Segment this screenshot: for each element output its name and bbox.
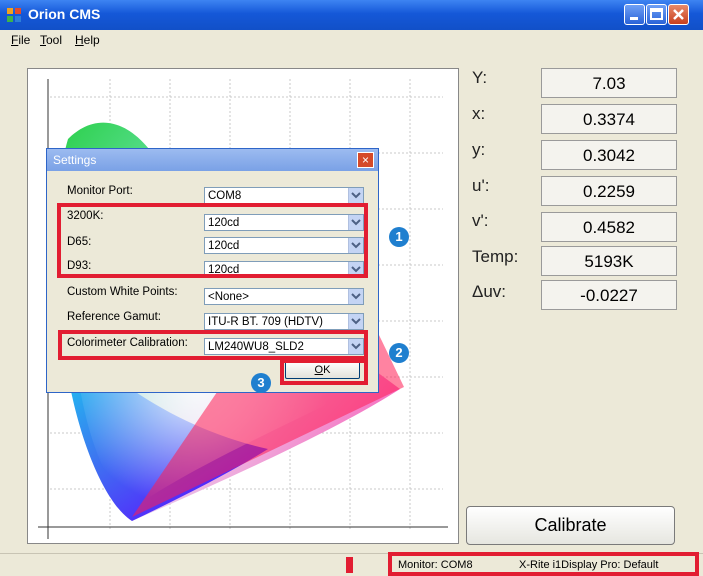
readout-label-y-chroma: y: <box>472 140 486 159</box>
readout-value-temp: 5193K <box>541 246 677 276</box>
label-d65: D65: <box>67 236 92 248</box>
select-monitor-port-value: COM8 <box>208 190 242 202</box>
app-icon <box>7 8 21 22</box>
settings-dialog: Settings × Monitor Port: COM8 3200K: 120… <box>46 148 379 393</box>
select-d93[interactable]: 120cd <box>204 261 364 278</box>
chevron-down-icon <box>348 215 363 230</box>
close-icon <box>673 9 684 20</box>
settings-title: Settings <box>53 153 97 167</box>
readout-value-x: 0.3374 <box>541 104 677 134</box>
select-3200k[interactable]: 120cd <box>204 214 364 231</box>
readout-label-u-prime: u': <box>472 176 490 195</box>
chevron-down-icon <box>348 238 363 253</box>
readout-value-u-prime: 0.2259 <box>541 176 677 206</box>
status-device: X-Rite i1Display Pro: Default <box>519 559 659 571</box>
chevron-down-icon <box>348 289 363 304</box>
chevron-down-icon <box>348 339 363 354</box>
label-reference-gamut: Reference Gamut: <box>67 311 161 323</box>
maximize-icon <box>650 8 663 20</box>
select-custom-white-points-value: <None> <box>208 291 249 303</box>
select-reference-gamut[interactable]: ITU-R BT. 709 (HDTV) <box>204 313 364 330</box>
close-button[interactable] <box>668 4 689 25</box>
menu-bar: File Tool Help <box>0 30 703 50</box>
readout-value-duv: -0.0227 <box>541 280 677 310</box>
readout-value-y: 7.03 <box>541 68 677 98</box>
menu-help[interactable]: Help <box>75 33 100 47</box>
readout-label-temp: Temp: <box>472 247 519 266</box>
menu-tool[interactable]: Tool <box>40 33 62 47</box>
chevron-down-icon <box>348 188 363 203</box>
maximize-button[interactable] <box>646 4 667 25</box>
label-colorimeter-calibration: Colorimeter Calibration: <box>67 337 188 349</box>
window-titlebar[interactable]: Orion CMS <box>0 0 703 30</box>
minimize-icon <box>630 17 638 20</box>
select-3200k-value: 120cd <box>208 217 240 229</box>
settings-close-button[interactable]: × <box>357 152 374 168</box>
status-monitor: Monitor: COM8 <box>398 559 473 571</box>
select-reference-gamut-value: ITU-R BT. 709 (HDTV) <box>208 316 324 328</box>
readout-value-v-prime: 0.4582 <box>541 212 677 242</box>
readout-label-duv: Δuv: <box>472 282 507 301</box>
readout-value-y-chroma: 0.3042 <box>541 140 677 170</box>
select-d65-value: 120cd <box>208 240 240 252</box>
calibrate-button[interactable]: Calibrate <box>466 506 675 545</box>
menu-file[interactable]: File <box>11 33 30 47</box>
label-custom-white-points: Custom White Points: <box>67 286 178 298</box>
readout-label-v-prime: v': <box>472 211 489 230</box>
select-custom-white-points[interactable]: <None> <box>204 288 364 305</box>
ok-button[interactable]: OK <box>285 361 360 379</box>
settings-titlebar[interactable]: Settings × <box>47 149 378 171</box>
step-badge-2: 2 <box>389 343 409 363</box>
readout-label-y: Y: <box>472 68 488 87</box>
label-d93: D93: <box>67 260 92 272</box>
select-d93-value: 120cd <box>208 264 240 276</box>
select-colorimeter-calibration-value: LM240WU8_SLD2 <box>208 341 304 353</box>
select-colorimeter-calibration[interactable]: LM240WU8_SLD2 <box>204 338 364 355</box>
readout-label-x: x: <box>472 104 486 123</box>
window-title: Orion CMS <box>28 6 101 22</box>
minimize-button[interactable] <box>624 4 645 25</box>
chevron-down-icon <box>348 314 363 329</box>
label-3200k: 3200K: <box>67 210 104 222</box>
select-monitor-port[interactable]: COM8 <box>204 187 364 204</box>
chevron-down-icon <box>348 262 363 277</box>
step-badge-1: 1 <box>389 227 409 247</box>
select-d65[interactable]: 120cd <box>204 237 364 254</box>
label-monitor-port: Monitor Port: <box>67 185 133 197</box>
step-badge-3: 3 <box>251 373 271 393</box>
status-highlight-marker <box>346 557 353 573</box>
